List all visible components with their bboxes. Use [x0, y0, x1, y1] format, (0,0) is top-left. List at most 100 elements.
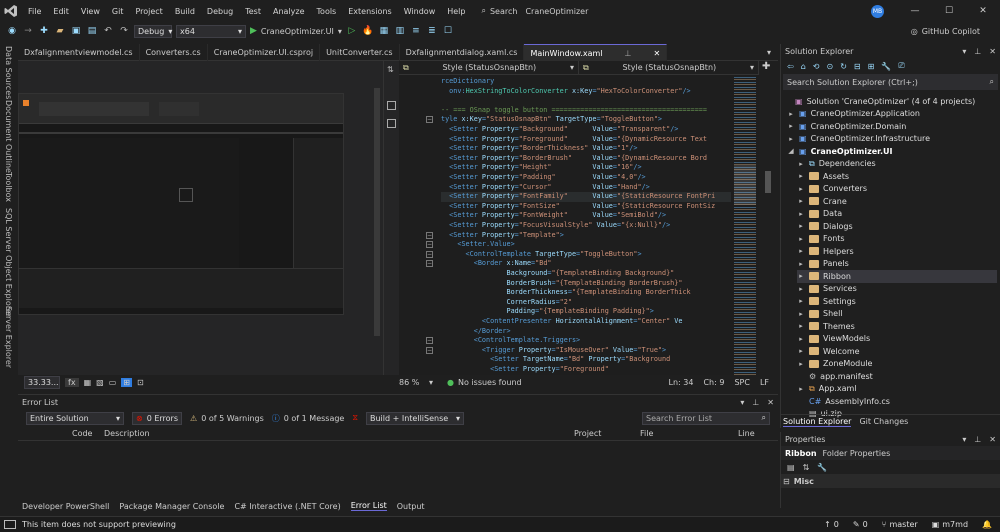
maximize-button[interactable]: ☐ — [932, 0, 966, 22]
element-selector[interactable]: ⧉ Style (StatusOsnapBtn) ▾ — [399, 61, 579, 74]
github-copilot-button[interactable]: ◎ GitHub Copilot — [911, 27, 980, 36]
tab-unitconverter[interactable]: UnitConverter.cs — [320, 44, 400, 61]
undo-icon[interactable]: ↶ — [102, 26, 114, 36]
vertical-split-icon[interactable] — [387, 119, 396, 128]
code-line[interactable]: <Setter Property="Padding" Value="4,0"/> — [441, 173, 645, 183]
menu-tools[interactable]: Tools — [311, 7, 343, 16]
code-line[interactable]: <Setter Property="FocusVisualStyle" Valu… — [441, 221, 670, 231]
errors-filter-button[interactable]: ⊗ 0 Errors — [132, 411, 183, 425]
tree-folder[interactable]: ▸ ZoneModule — [797, 358, 872, 371]
expand-icon[interactable]: ▸ — [797, 360, 805, 368]
expand-icon[interactable]: ▸ — [797, 235, 805, 243]
tab-dxfalignmentdialog[interactable]: Dxfalignmentdialog.xaml.cs — [400, 44, 525, 61]
expand-icon[interactable]: ▸ — [797, 222, 805, 230]
tree-solution[interactable]: ▣ Solution 'CraneOptimizer' (4 of 4 proje… — [783, 95, 975, 108]
menu-file[interactable]: File — [22, 7, 47, 16]
column-line[interactable]: Line — [738, 429, 755, 438]
swap-panes-icon[interactable]: ⇅ — [387, 65, 394, 74]
expand-icon[interactable]: ▸ — [797, 285, 805, 293]
tab-error-list[interactable]: Error List — [350, 501, 387, 511]
effects-icon[interactable]: ⊡ — [137, 378, 144, 387]
tree-folder[interactable]: ▸ Welcome — [797, 345, 859, 358]
expand-icon[interactable]: ▸ — [797, 297, 805, 305]
code-line[interactable]: <Setter Property="Foreground" Value="{Dy… — [441, 135, 707, 145]
pin-icon[interactable]: ⊥ — [752, 398, 759, 407]
tab-output[interactable]: Output — [397, 502, 425, 511]
document-outline-tab[interactable]: Document Outline — [4, 100, 13, 173]
home-icon[interactable]: ⌂ — [801, 62, 806, 71]
pane-splitter[interactable]: ⇅ — [383, 61, 399, 375]
expand-icon[interactable]: ▸ — [797, 335, 805, 343]
expand-icon[interactable]: ▸ — [797, 197, 805, 205]
code-line[interactable]: <Setter Property="BorderThickness" Value… — [441, 144, 637, 154]
code-line[interactable]: <Setter Property="Background" Value="Tra… — [441, 125, 678, 135]
start-without-debugging-icon[interactable]: ▷ — [346, 26, 358, 36]
tab-solution-explorer[interactable]: Solution Explorer — [783, 417, 852, 427]
expand-icon[interactable]: ▸ — [797, 272, 805, 280]
tab-csproj[interactable]: CraneOptimizer.UI.csproj — [208, 44, 321, 61]
tree-folder[interactable]: ▸ Assets — [797, 170, 849, 183]
menu-test[interactable]: Test — [239, 7, 267, 16]
sync-icon[interactable]: ⟲ — [813, 62, 820, 71]
code-line[interactable]: </Border> — [441, 327, 511, 337]
code-line[interactable]: <Setter Property="Template"> — [441, 231, 564, 241]
menu-view[interactable]: View — [75, 7, 106, 16]
tree-folder[interactable]: ▸ Settings — [797, 295, 856, 308]
line-ending[interactable]: LF — [760, 378, 769, 387]
tree-project[interactable]: ▸ ▣ CraneOptimizer.Infrastructure — [787, 133, 930, 146]
save-all-icon[interactable]: ▤ — [86, 26, 98, 36]
menu-debug[interactable]: Debug — [201, 7, 239, 16]
platform-select[interactable]: x64 ▾ — [176, 24, 246, 38]
back-icon[interactable]: ⇦ — [787, 62, 794, 71]
close-icon[interactable]: ✕ — [989, 47, 996, 56]
designer-zoom-select[interactable]: 33.33... — [24, 375, 60, 389]
property-pages-icon[interactable]: 🔧 — [817, 463, 827, 472]
open-folder-icon[interactable]: ▰ — [54, 26, 66, 36]
error-search-input[interactable]: Search Error List ⌕ — [642, 411, 770, 425]
tree-folder[interactable]: ▸ Converters — [797, 183, 867, 196]
code-line[interactable]: BorderBrush="{TemplateBinding BorderBrus… — [441, 279, 682, 289]
code-line[interactable]: <ControlTemplate TargetType="ToggleButto… — [441, 250, 642, 260]
menu-analyze[interactable]: Analyze — [267, 7, 311, 16]
tree-project[interactable]: ▸ ▣ CraneOptimizer.Domain — [787, 120, 906, 133]
expand-icon[interactable]: ▸ — [797, 210, 805, 218]
code-line[interactable]: <Setter Property="Cursor" Value="Hand"/> — [441, 183, 650, 193]
search-box[interactable]: ⌕ Search — [481, 6, 517, 16]
configuration-select[interactable]: Debug ▾ — [134, 24, 172, 38]
column-file[interactable]: File — [640, 429, 738, 438]
snap-lines-icon[interactable]: ⊞ — [121, 377, 132, 387]
refresh-icon[interactable]: ↻ — [840, 62, 847, 71]
code-line[interactable]: CornerRadius="2" — [441, 298, 571, 308]
forward-icon[interactable]: → — [22, 26, 34, 36]
tree-folder[interactable]: ▸ Themes — [797, 320, 855, 333]
uncomment-icon[interactable]: ≣ — [426, 26, 438, 36]
code-line[interactable]: <Border x:Name="Bd" — [441, 259, 552, 269]
column-description[interactable]: Description — [104, 429, 574, 438]
expand-icon[interactable]: ▸ — [797, 310, 805, 318]
collapse-region-icon[interactable]: − — [426, 250, 433, 258]
tree-folder[interactable]: ▸ ⧉ Dependencies — [797, 158, 875, 171]
designer-scrollbar[interactable] — [374, 88, 380, 336]
code-line[interactable]: <Setter Property="BorderBrush" Value="{D… — [441, 154, 707, 164]
expand-icon[interactable]: ▸ — [797, 160, 805, 168]
code-line[interactable]: onv:HexStringToColorConverter x:Key="Hex… — [441, 87, 690, 97]
pending-changes-icon[interactable]: ⊙ — [826, 62, 833, 71]
code-line[interactable]: <Setter Property="FontWeight" Value="Sem… — [441, 211, 666, 221]
code-line[interactable]: <Setter Property="FontSize" Value="{Stat… — [441, 202, 715, 212]
start-debugging-button[interactable]: ▶ CraneOptimizer.UI ▾ — [250, 26, 342, 36]
hot-reload-icon[interactable]: 🔥 — [362, 26, 374, 36]
pin-icon[interactable]: ⊥ — [974, 47, 981, 56]
expand-icon[interactable]: ▸ — [797, 385, 805, 393]
pin-icon[interactable]: ⊥ — [974, 435, 981, 444]
collapse-icon[interactable]: ◢ — [787, 147, 795, 155]
save-icon[interactable]: ▣ — [70, 26, 82, 36]
menu-build[interactable]: Build — [169, 7, 201, 16]
chevron-down-icon[interactable]: ▾ — [962, 47, 966, 56]
tab-converters[interactable]: Converters.cs — [140, 44, 208, 61]
expand-icon[interactable]: ▸ — [797, 347, 805, 355]
column-code[interactable]: Code — [72, 429, 104, 438]
tab-mainwindow-xaml[interactable]: MainWindow.xaml ⊥ ✕ — [524, 44, 668, 61]
expand-icon[interactable]: ▸ — [787, 135, 795, 143]
tab-csharp-interactive[interactable]: C# Interactive (.NET Core) — [234, 502, 340, 511]
preview-icon[interactable]: ⎚ — [898, 61, 904, 71]
